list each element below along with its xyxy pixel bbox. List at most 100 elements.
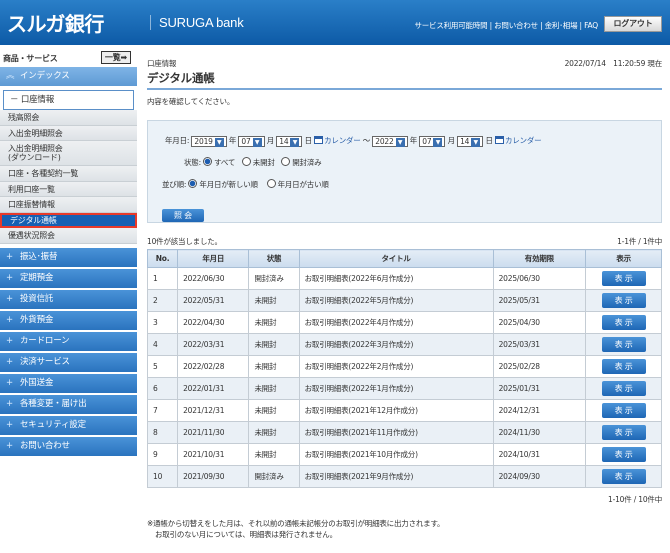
- page-title: デジタル通帳: [147, 70, 662, 90]
- cell-status: 開封済み: [248, 465, 300, 488]
- calendar-icon: [494, 136, 504, 144]
- status-row: 状態: すべて 未開封 開封済み: [184, 157, 322, 168]
- cell-no: 9: [146, 443, 179, 466]
- status-unread-label: 未開封: [252, 158, 275, 167]
- cell-date: 2022/03/31: [177, 333, 250, 356]
- instruction-text: 内容を確認してください。: [147, 97, 235, 106]
- cell-status: 未開封: [248, 377, 300, 400]
- cell-title: お取引明細表(2022年5月作成分): [298, 289, 494, 312]
- table-row: 1 2022/06/30 開封済み お取引明細表(2022年6月作成分) 2025/06…: [146, 267, 662, 290]
- list-button[interactable]: 一覧➡: [100, 51, 131, 64]
- sidebar-subitem[interactable]: 口座振替情報: [0, 197, 137, 213]
- sidebar-subitem[interactable]: 残高照会: [0, 110, 137, 126]
- cell-date: 2022/05/31: [177, 289, 250, 312]
- sidebar-sub-items: 残高照会 入出金明細照会 入出金明細照会 (ダウンロード) 口座・各種契約一覧 利用口座…: [0, 110, 137, 244]
- sidebar-menu-item[interactable]: + 決済サービス: [0, 352, 137, 372]
- sidebar-subitem[interactable]: 入出金明細照会: [0, 125, 137, 141]
- view-button[interactable]: 表 示: [601, 381, 646, 396]
- cell-date: 2022/02/28: [177, 355, 250, 378]
- from-calendar-link[interactable]: カレンダー: [314, 135, 361, 146]
- cell-date: 2022/04/30: [177, 311, 250, 334]
- table-row: 4 2022/03/31 未開封 お取引明細表(2022年3月作成分) 2025/03/…: [146, 333, 662, 356]
- sidebar-item-index[interactable]: ︽ インデックス: [0, 67, 137, 86]
- sort-old-radio[interactable]: [266, 179, 276, 188]
- column-header: 年月日: [177, 249, 250, 268]
- status-all-radio[interactable]: [203, 157, 213, 166]
- cell-status: 未開封: [248, 399, 300, 422]
- calendar-icon: [314, 136, 324, 144]
- from-day-select[interactable]: 14: [276, 135, 303, 147]
- sidebar-menu-label: 外貨預金: [20, 314, 54, 325]
- view-button[interactable]: 表 示: [601, 469, 646, 484]
- sidebar-subitem[interactable]: デジタル通帳: [0, 212, 137, 228]
- sidebar-subitem[interactable]: 利用口座一覧: [0, 181, 137, 197]
- status-unread-radio[interactable]: [241, 157, 251, 166]
- view-button[interactable]: 表 示: [601, 271, 646, 286]
- view-button[interactable]: 表 示: [601, 293, 646, 308]
- minus-icon: －: [10, 95, 21, 105]
- cell-no: 10: [146, 465, 179, 488]
- to-year-select[interactable]: 2022: [372, 135, 408, 147]
- table-row: 7 2021/12/31 未開封 お取引明細表(2021年12月作成分) 2024/12…: [146, 399, 662, 422]
- column-header: タイトル: [298, 249, 494, 268]
- cell-view: 表 示: [585, 377, 662, 400]
- cell-no: 1: [146, 267, 179, 290]
- status-label: 状態:: [184, 158, 201, 167]
- cell-no: 4: [146, 333, 179, 356]
- column-header: No.: [146, 249, 179, 268]
- sidebar-menu-item[interactable]: + 定期預金: [0, 268, 137, 288]
- sidebar-menu-item[interactable]: + 各種変更・届け出: [0, 394, 137, 414]
- cell-no: 3: [146, 311, 179, 334]
- view-button[interactable]: 表 示: [601, 425, 646, 440]
- cell-date: 2021/10/31: [177, 443, 250, 466]
- cell-status: 未開封: [248, 311, 300, 334]
- range-separator: ～: [362, 136, 371, 145]
- plus-icon: +: [6, 335, 13, 346]
- sort-new-radio[interactable]: [188, 179, 198, 188]
- calendar-label: カレンダー: [324, 136, 361, 145]
- cell-status: 未開封: [248, 355, 300, 378]
- view-button[interactable]: 表 示: [601, 359, 646, 374]
- plus-icon: +: [6, 272, 13, 283]
- sidebar-menu-item[interactable]: + お問い合わせ: [0, 436, 137, 456]
- sidebar-menu-item[interactable]: + 外貨預金: [0, 310, 137, 330]
- status-read-radio[interactable]: [281, 157, 291, 166]
- sidebar-menu-item[interactable]: + 振込･振替: [0, 247, 137, 267]
- to-calendar-link[interactable]: カレンダー: [494, 135, 542, 146]
- cell-title: お取引明細表(2021年11月作成分): [298, 421, 494, 444]
- bank-logo[interactable]: スルガ銀行: [7, 8, 104, 37]
- sidebar-menu-item[interactable]: + セキュリティ設定: [0, 415, 137, 435]
- note-line: お取引のない月については、明細表は発行されません。: [155, 530, 337, 539]
- sidebar-subitem[interactable]: 優遇状況照会: [0, 228, 137, 244]
- status-all-label: すべて: [214, 158, 236, 167]
- column-header: 表示: [585, 249, 662, 268]
- sort-label: 並び順:: [162, 180, 187, 189]
- view-button[interactable]: 表 示: [601, 337, 646, 352]
- sidebar-menu-item[interactable]: + カードローン: [0, 331, 137, 351]
- search-button[interactable]: 照 会: [162, 209, 204, 222]
- logout-button[interactable]: ログアウト: [604, 16, 662, 32]
- cell-date: 2021/12/31: [177, 399, 250, 422]
- cell-date: 2021/11/30: [177, 421, 250, 444]
- sidebar-menu-item[interactable]: + 外国送金: [0, 373, 137, 393]
- sidebar-item-account-info[interactable]: － 口座情報: [3, 90, 134, 110]
- plus-icon: +: [6, 356, 13, 367]
- plus-icon: +: [6, 314, 13, 325]
- table-row: 3 2022/04/30 未開封 お取引明細表(2022年4月作成分) 2025/04/…: [146, 311, 662, 334]
- cell-no: 2: [146, 289, 179, 312]
- sidebar-subitem[interactable]: 口座・各種契約一覧: [0, 166, 137, 182]
- view-button[interactable]: 表 示: [601, 447, 646, 462]
- to-day-select[interactable]: 14: [457, 135, 484, 147]
- cell-title: お取引明細表(2022年1月作成分): [298, 377, 494, 400]
- cell-expiry: 2025/03/31: [492, 333, 587, 356]
- from-year-select[interactable]: 2019: [191, 135, 227, 147]
- sidebar-menu-item[interactable]: + 投資信託: [0, 289, 137, 309]
- sidebar-subitem[interactable]: 入出金明細照会 (ダウンロード): [0, 141, 137, 166]
- sidebar-menu: + 振込･振替 + 定期預金 + 投資信託 + 外貨預金 + カードローン + 決済サービス + 外国送金…: [0, 247, 137, 456]
- table-row: 6 2022/01/31 未開封 お取引明細表(2022年1月作成分) 2025/01/…: [146, 377, 662, 400]
- from-month-select[interactable]: 07: [238, 135, 265, 147]
- view-button[interactable]: 表 示: [601, 315, 646, 330]
- to-month-select[interactable]: 07: [419, 135, 446, 147]
- header-links[interactable]: サービス利用可能時間 | お問い合わせ | 金利･相場 | FAQ: [414, 20, 598, 31]
- view-button[interactable]: 表 示: [601, 403, 646, 418]
